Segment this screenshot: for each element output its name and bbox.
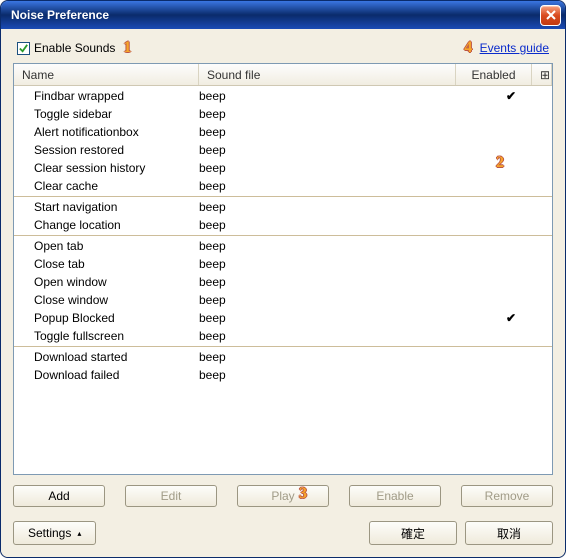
preferences-window: Noise Preference Enable Sounds 1 4 Event… [0,0,566,558]
table-row[interactable]: Toggle fullscreenbeep [14,327,552,345]
table-row[interactable]: Start navigationbeep [14,198,552,216]
column-config-icon[interactable]: ⊞ [532,64,552,85]
table-row[interactable]: Popup Blockedbeep ✔ [14,309,552,327]
add-button[interactable]: Add [13,485,105,507]
row-sound: beep [199,239,473,253]
dialog-buttons: 確定 取消 [369,521,553,545]
action-buttons: Add Edit Play Enable Remove 3 [13,485,553,507]
enable-sounds-checkbox[interactable] [17,42,30,55]
chevron-up-icon: ▴ [77,529,81,538]
column-enabled[interactable]: Enabled [456,64,532,85]
table-row[interactable]: Open windowbeep [14,273,552,291]
checkmark-icon [18,43,29,54]
row-name: Open window [14,275,199,289]
row-sound: beep [199,329,473,343]
row-enabled: ✔ [473,89,549,103]
remove-button[interactable]: Remove [461,485,553,507]
annotation-4: 4 [464,39,472,57]
row-name: Download failed [14,368,199,382]
settings-button[interactable]: Settings ▴ [13,521,96,545]
annotation-1: 1 [123,39,131,57]
table-row[interactable]: Download failedbeep [14,366,552,384]
table-row[interactable]: Open tabbeep [14,237,552,255]
row-name: Close window [14,293,199,307]
row-sound: beep [199,275,473,289]
events-listbox: Name Sound file Enabled ⊞ 2 Findbar wrap… [13,63,553,475]
list-header: Name Sound file Enabled ⊞ [14,64,552,86]
row-sound: beep [199,107,473,121]
column-sound[interactable]: Sound file [199,64,456,85]
row-sound: beep [199,293,473,307]
table-row[interactable]: Clear session historybeep [14,159,552,177]
row-name: Alert notificationbox [14,125,199,139]
row-sound: beep [199,218,473,232]
list-group: Start navigationbeepChange locationbeep [14,197,552,236]
row-enabled: ✔ [473,311,549,325]
row-sound: beep [199,89,473,103]
table-row[interactable]: Download startedbeep [14,348,552,366]
ok-button[interactable]: 確定 [369,521,457,545]
events-guide-wrap: 4 Events guide [460,39,549,57]
close-icon [546,10,556,20]
row-name: Start navigation [14,200,199,214]
settings-label: Settings [28,526,71,540]
enable-sounds-wrap: Enable Sounds 1 [17,39,135,57]
table-row[interactable]: Session restoredbeep [14,141,552,159]
column-name[interactable]: Name [14,64,199,85]
row-name: Toggle fullscreen [14,329,199,343]
row-name: Clear session history [14,161,199,175]
row-name: Download started [14,350,199,364]
table-row[interactable]: Close windowbeep [14,291,552,309]
checkmark-icon: ✔ [506,311,516,325]
checkmark-icon: ✔ [506,89,516,103]
row-name: Findbar wrapped [14,89,199,103]
table-row[interactable]: Change locationbeep [14,216,552,234]
table-row[interactable]: Clear cachebeep [14,177,552,195]
row-sound: beep [199,257,473,271]
close-button[interactable] [540,5,561,26]
cancel-button[interactable]: 取消 [465,521,553,545]
row-name: Open tab [14,239,199,253]
row-sound: beep [199,368,473,382]
table-row[interactable]: Alert notificationboxbeep [14,123,552,141]
row-name: Toggle sidebar [14,107,199,121]
list-body[interactable]: 2 Findbar wrappedbeep✔Toggle sidebarbeep… [14,86,552,474]
row-name: Clear cache [14,179,199,193]
list-group: Download startedbeepDownload failedbeep [14,347,552,385]
row-sound: beep [199,200,473,214]
row-sound: beep [199,179,473,193]
window-title: Noise Preference [11,8,109,22]
window-content: Enable Sounds 1 4 Events guide Name Soun… [1,29,565,557]
enable-button[interactable]: Enable [349,485,441,507]
table-row[interactable]: Close tabbeep [14,255,552,273]
row-sound: beep [199,143,473,157]
row-sound: beep [199,161,473,175]
row-name: Close tab [14,257,199,271]
edit-button[interactable]: Edit [125,485,217,507]
enable-sounds-label[interactable]: Enable Sounds [34,41,115,55]
row-name: Session restored [14,143,199,157]
table-row[interactable]: Findbar wrappedbeep ✔ [14,87,552,105]
events-guide-link[interactable]: Events guide [480,41,549,55]
list-group: Findbar wrappedbeep✔Toggle sidebarbeepAl… [14,86,552,197]
dialog-buttons-row: Settings ▴ 確定 取消 [13,521,553,545]
list-group: Open tabbeepClose tabbeepOpen windowbeep… [14,236,552,347]
play-button[interactable]: Play [237,485,329,507]
row-sound: beep [199,311,473,325]
table-row[interactable]: Toggle sidebarbeep [14,105,552,123]
titlebar[interactable]: Noise Preference [1,1,565,29]
top-row: Enable Sounds 1 4 Events guide [13,39,553,57]
row-sound: beep [199,350,473,364]
row-sound: beep [199,125,473,139]
row-name: Popup Blocked [14,311,199,325]
row-name: Change location [14,218,199,232]
